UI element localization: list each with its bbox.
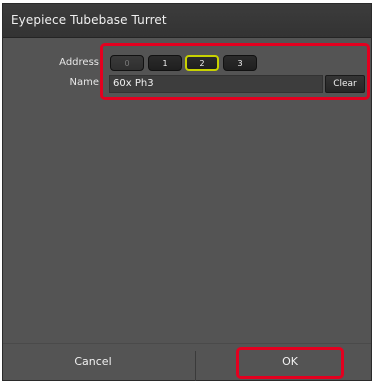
address-button-0[interactable]: 0: [110, 55, 144, 71]
name-input[interactable]: 60x Ph3: [109, 75, 323, 93]
cancel-button[interactable]: Cancel: [43, 355, 143, 368]
clear-button[interactable]: Clear: [325, 75, 365, 93]
address-label: Address: [59, 57, 99, 68]
footer-divider: [3, 343, 371, 344]
address-button-2[interactable]: 2: [185, 55, 219, 71]
name-label: Name: [69, 77, 99, 88]
title-bar: Eyepiece Tubebase Turret: [3, 4, 371, 38]
turret-dialog: Eyepiece Tubebase Turret Address 0 1 2 3…: [2, 3, 372, 381]
address-button-1[interactable]: 1: [148, 55, 182, 71]
address-button-3[interactable]: 3: [223, 55, 257, 71]
footer-separator: [195, 351, 196, 381]
ok-button[interactable]: OK: [240, 355, 340, 368]
dialog-title: Eyepiece Tubebase Turret: [11, 13, 167, 27]
